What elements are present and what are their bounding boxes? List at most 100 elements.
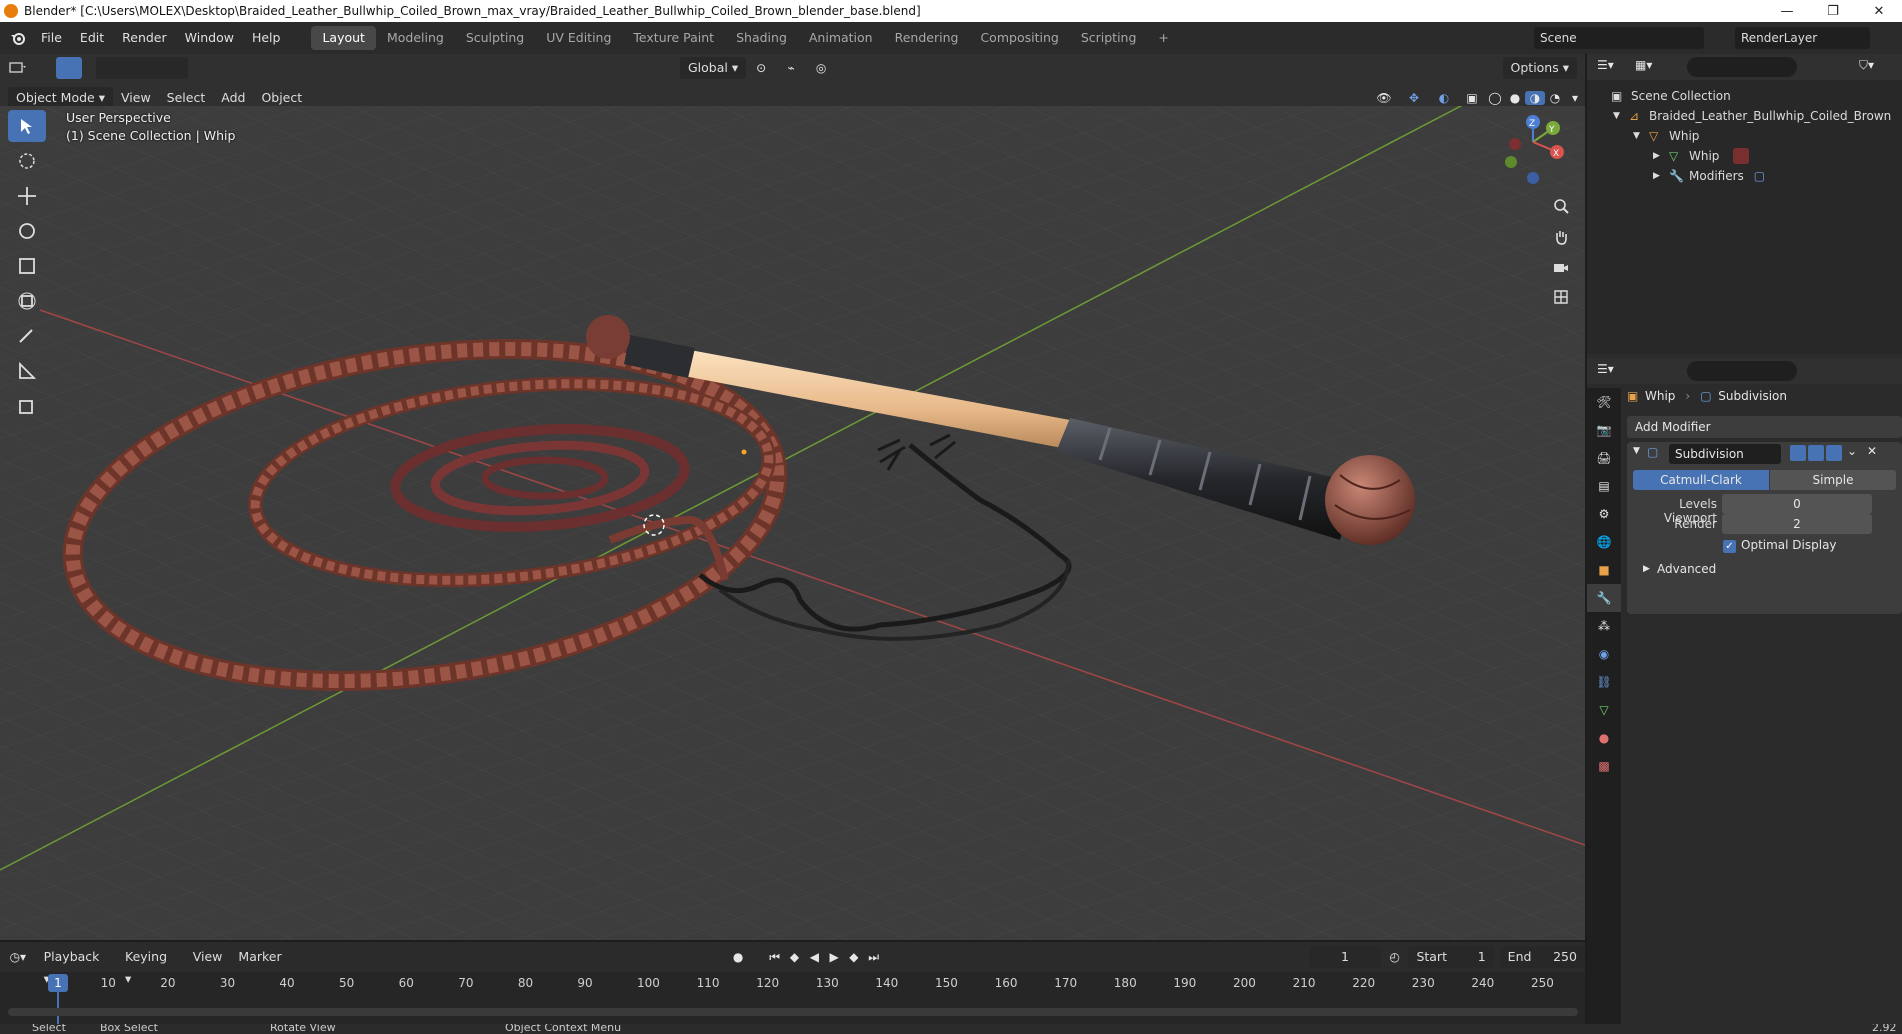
blender-menu-icon[interactable] xyxy=(4,24,32,52)
rotate-tool[interactable] xyxy=(8,215,46,247)
add-workspace-button[interactable]: + xyxy=(1147,26,1179,50)
add-cube-tool[interactable] xyxy=(8,390,46,422)
shading-dropdown-icon[interactable]: ▾ xyxy=(1565,91,1585,105)
advanced-expand-arrow-icon[interactable]: ▶ xyxy=(1643,564,1650,574)
menu-file[interactable]: File xyxy=(32,22,71,54)
jump-end-icon[interactable]: ⏭ xyxy=(864,950,884,965)
3d-viewport[interactable] xyxy=(0,106,1585,940)
tab-animation[interactable]: Animation xyxy=(798,26,884,50)
proportional-edit-icon[interactable]: ◎ xyxy=(806,61,836,75)
material-tab-icon[interactable]: ● xyxy=(1587,724,1621,752)
select-tool-icon[interactable] xyxy=(56,57,82,79)
overlay-toggle-icon[interactable]: ◐ xyxy=(1429,91,1459,105)
move-tool[interactable] xyxy=(8,180,46,212)
rendered-shading-icon[interactable]: ◔ xyxy=(1545,91,1565,105)
zoom-view-icon[interactable] xyxy=(1548,193,1574,219)
end-frame-field[interactable]: End 250 xyxy=(1499,946,1585,968)
data-tab-icon[interactable]: ▽ xyxy=(1587,696,1621,724)
jump-keyframe-forward-icon[interactable]: ◆ xyxy=(844,950,864,964)
properties-editor-type-icon[interactable]: ☰▾ xyxy=(1597,362,1614,376)
ortho-toggle-icon[interactable] xyxy=(1548,284,1574,310)
xray-icon[interactable]: ▣ xyxy=(1459,91,1485,105)
scale-tool[interactable] xyxy=(8,250,46,282)
scene-selector[interactable]: Scene xyxy=(1534,27,1704,49)
constraints-tab-icon[interactable]: ⛓ xyxy=(1587,668,1621,696)
frame-ruler[interactable]: 1 10 20 30 40 50 60 70 80 90 100 110 120 130 140 150 16… xyxy=(0,972,1585,1026)
view-layer-tab-icon[interactable]: ▤ xyxy=(1587,472,1621,500)
render-tab-icon[interactable]: 📷 xyxy=(1587,416,1621,444)
record-icon[interactable]: ● xyxy=(725,950,751,964)
stopwatch-icon[interactable]: ◴ xyxy=(1381,950,1409,964)
collapse-arrow-icon[interactable]: ▶ xyxy=(1653,171,1669,181)
outliner-row-object[interactable]: ▼ ▽ Whip xyxy=(1587,126,1902,146)
tab-rendering[interactable]: Rendering xyxy=(884,26,970,50)
play-reverse-icon[interactable]: ◀ xyxy=(804,950,824,964)
modifier-name-field[interactable]: Subdivision xyxy=(1669,444,1781,464)
render-layer-selector[interactable]: RenderLayer xyxy=(1735,27,1870,49)
current-frame-field[interactable]: 1 xyxy=(1309,946,1381,968)
snap-icon[interactable]: ⌁ xyxy=(776,61,806,75)
outliner-row-scene-collection[interactable]: ▣ Scene Collection xyxy=(1587,86,1902,106)
visibility-icon[interactable]: 👁 xyxy=(1369,91,1399,105)
tab-modeling[interactable]: Modeling xyxy=(376,26,455,50)
editor-type-icon[interactable] xyxy=(0,61,36,75)
outliner-row-modifiers[interactable]: ▶ 🔧 Modifiers ▢ xyxy=(1587,166,1902,186)
timeline-scrollbar[interactable] xyxy=(8,1008,1578,1016)
properties-search-input[interactable] xyxy=(1687,361,1797,381)
advanced-section-label[interactable]: Advanced xyxy=(1657,562,1716,576)
outliner-row-collection[interactable]: ▼ ⊿ Braided_Leather_Bullwhip_Coiled_Brow… xyxy=(1587,106,1902,126)
menu-edit[interactable]: Edit xyxy=(71,22,113,54)
solid-shading-icon[interactable]: ● xyxy=(1505,91,1525,105)
optimal-display-checkbox[interactable]: ✓ xyxy=(1723,540,1736,553)
keying-menu[interactable]: Keying ▾ xyxy=(117,946,185,986)
output-tab-icon[interactable]: 🖨 xyxy=(1587,444,1621,472)
menu-render[interactable]: Render xyxy=(113,22,176,54)
measure-tool[interactable] xyxy=(8,355,46,387)
tab-scripting[interactable]: Scripting xyxy=(1070,26,1148,50)
marker-menu[interactable]: Marker xyxy=(230,946,289,968)
display-mode-icon[interactable]: ▦▾ xyxy=(1635,58,1652,72)
jump-keyframe-back-icon[interactable]: ◆ xyxy=(785,950,805,964)
add-modifier-button[interactable]: Add Modifier xyxy=(1627,416,1902,438)
catmull-clark-button[interactable]: Catmull-Clark xyxy=(1633,470,1769,490)
render-toggle-icon[interactable] xyxy=(1826,445,1842,461)
tab-uv-editing[interactable]: UV Editing xyxy=(535,26,622,50)
close-window-button[interactable]: ✕ xyxy=(1856,0,1902,22)
playback-menu[interactable]: Playback ▾ xyxy=(36,946,117,986)
physics-tab-icon[interactable]: ◉ xyxy=(1587,640,1621,668)
navigation-gizmo[interactable]: Z Y X xyxy=(1495,112,1565,188)
viewport-toggle-icon[interactable] xyxy=(1808,445,1824,461)
render-levels-field[interactable]: 2 xyxy=(1722,514,1872,534)
material-shading-icon[interactable]: ◑ xyxy=(1525,91,1545,105)
world-tab-icon[interactable]: 🌐 xyxy=(1587,528,1621,556)
minimize-button[interactable]: — xyxy=(1764,0,1810,22)
timeline-view-menu[interactable]: View xyxy=(185,946,231,968)
selection-mode-buttons[interactable] xyxy=(96,57,188,79)
annotate-tool[interactable] xyxy=(8,320,46,352)
transform-tool[interactable] xyxy=(8,285,46,317)
play-icon[interactable]: ▶ xyxy=(824,950,844,964)
remove-modifier-icon[interactable]: ✕ xyxy=(1867,444,1877,458)
tab-compositing[interactable]: Compositing xyxy=(969,26,1069,50)
collapse-arrow-icon[interactable]: ▶ xyxy=(1653,151,1669,161)
simple-button[interactable]: Simple xyxy=(1770,470,1896,490)
menu-window[interactable]: Window xyxy=(176,22,243,54)
restore-button[interactable]: ❐ xyxy=(1810,0,1856,22)
modifier-menu-icon[interactable]: ⌄ xyxy=(1847,444,1857,458)
edit-mode-toggle-icon[interactable] xyxy=(1790,445,1806,461)
tab-texture-paint[interactable]: Texture Paint xyxy=(622,26,725,50)
menu-help[interactable]: Help xyxy=(243,22,290,54)
wireframe-shading-icon[interactable]: ◯ xyxy=(1485,91,1505,105)
cursor-tool[interactable] xyxy=(8,145,46,177)
expand-arrow-icon[interactable]: ▼ xyxy=(1633,131,1649,141)
filter-icon[interactable]: ⛉▾ xyxy=(1859,58,1874,73)
outliner-editor-type-icon[interactable]: ☰▾ xyxy=(1597,58,1614,72)
levels-viewport-field[interactable]: 0 xyxy=(1722,494,1872,514)
timeline-editor-type-icon[interactable]: ◷▾ xyxy=(0,950,36,964)
tab-sculpting[interactable]: Sculpting xyxy=(455,26,535,50)
pivot-icon[interactable]: ⊙ xyxy=(746,61,776,75)
texture-tab-icon[interactable]: ▩ xyxy=(1587,752,1621,780)
options-dropdown[interactable]: Options ▾ xyxy=(1502,57,1577,79)
modifier-tab-icon[interactable]: 🔧 xyxy=(1587,584,1621,612)
tab-shading[interactable]: Shading xyxy=(725,26,798,50)
